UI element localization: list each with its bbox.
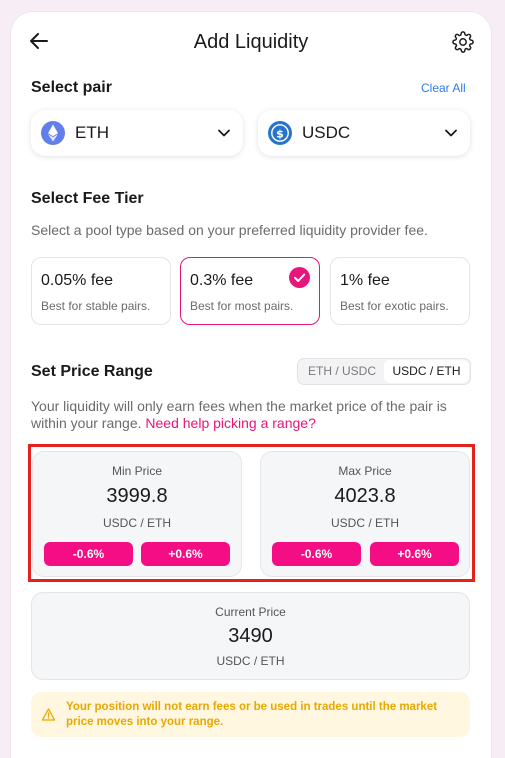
max-price-label: Max Price <box>338 464 392 478</box>
page-title: Add Liquidity <box>193 31 309 53</box>
toggle-usdc-eth[interactable]: USDC / ETH <box>384 360 469 383</box>
add-liquidity-card: Add Liquidity Select pair Clear All ETH … <box>11 12 491 758</box>
token-a-label: ETH <box>75 123 109 142</box>
warning-text: Your position will not earn fees or be u… <box>66 701 438 728</box>
token-b-label: USDC <box>302 123 351 142</box>
clear-all-link[interactable]: Clear All <box>421 81 466 95</box>
min-price-box: Min Price 3999.8 USDC / ETH -0.6% +0.6% <box>32 451 242 577</box>
checkmark-icon <box>289 267 310 288</box>
eth-icon <box>41 121 65 145</box>
fee-tier-option-medium[interactable]: 0.3% fee Best for most pairs. <box>180 257 320 325</box>
svg-text:$: $ <box>276 128 284 141</box>
token-b-select[interactable]: $ USDC <box>258 110 470 156</box>
toggle-eth-usdc[interactable]: ETH / USDC <box>300 360 384 383</box>
max-price-decrease-button[interactable]: -0.6% <box>272 542 361 566</box>
price-range-heading: Set Price Range <box>31 363 153 380</box>
out-of-range-warning: Your position will not earn fees or be u… <box>31 692 470 737</box>
usdc-icon: $ <box>268 121 292 145</box>
fee-tier-option-low[interactable]: 0.05% fee Best for stable pairs. <box>31 257 171 325</box>
min-price-unit: USDC / ETH <box>102 516 171 530</box>
max-price-value[interactable]: 4023.8 <box>261 485 469 508</box>
warning-icon <box>41 708 56 721</box>
current-price-value: 3490 <box>228 625 273 647</box>
fee-tier-desc: Best for most pairs. <box>190 299 294 313</box>
max-price-increase-button[interactable]: +0.6% <box>370 542 459 566</box>
token-a-select[interactable]: ETH <box>31 110 243 156</box>
fee-tier-option-high[interactable]: 1% fee Best for exotic pairs. <box>330 257 470 325</box>
gear-icon[interactable] <box>452 31 474 53</box>
max-price-box: Max Price 4023.8 USDC / ETH -0.6% +0.6% <box>260 451 470 577</box>
fee-tier-desc: Best for exotic pairs. <box>340 299 449 313</box>
current-price-box: Current Price 3490 USDC / ETH <box>31 592 470 680</box>
fee-tier-name: 0.05% fee <box>41 272 114 289</box>
min-price-increase-button[interactable]: +0.6% <box>141 542 230 566</box>
header: Add Liquidity <box>11 12 491 74</box>
fee-tier-name: 1% fee <box>340 272 390 289</box>
chevron-down-icon <box>444 126 458 140</box>
min-price-decrease-button[interactable]: -0.6% <box>44 542 133 566</box>
min-price-value[interactable]: 3999.8 <box>33 485 241 508</box>
fee-tier-desc: Best for stable pairs. <box>41 299 151 313</box>
fee-tier-heading: Select Fee Tier <box>31 190 144 207</box>
price-unit-toggle: ETH / USDC USDC / ETH <box>297 358 471 385</box>
min-price-label: Min Price <box>111 464 162 478</box>
fee-tier-name: 0.3% fee <box>190 272 254 289</box>
current-price-unit: USDC / ETH <box>216 654 285 668</box>
chevron-down-icon <box>217 126 231 140</box>
max-price-unit: USDC / ETH <box>330 516 399 530</box>
fee-tier-description: Select a pool type based on your preferr… <box>31 222 428 238</box>
current-price-label: Current Price <box>215 605 286 619</box>
select-pair-heading: Select pair <box>31 79 112 96</box>
price-range-description: Your liquidity will only earn fees when … <box>31 398 476 432</box>
help-range-link[interactable]: Need help picking a range? <box>145 415 315 431</box>
